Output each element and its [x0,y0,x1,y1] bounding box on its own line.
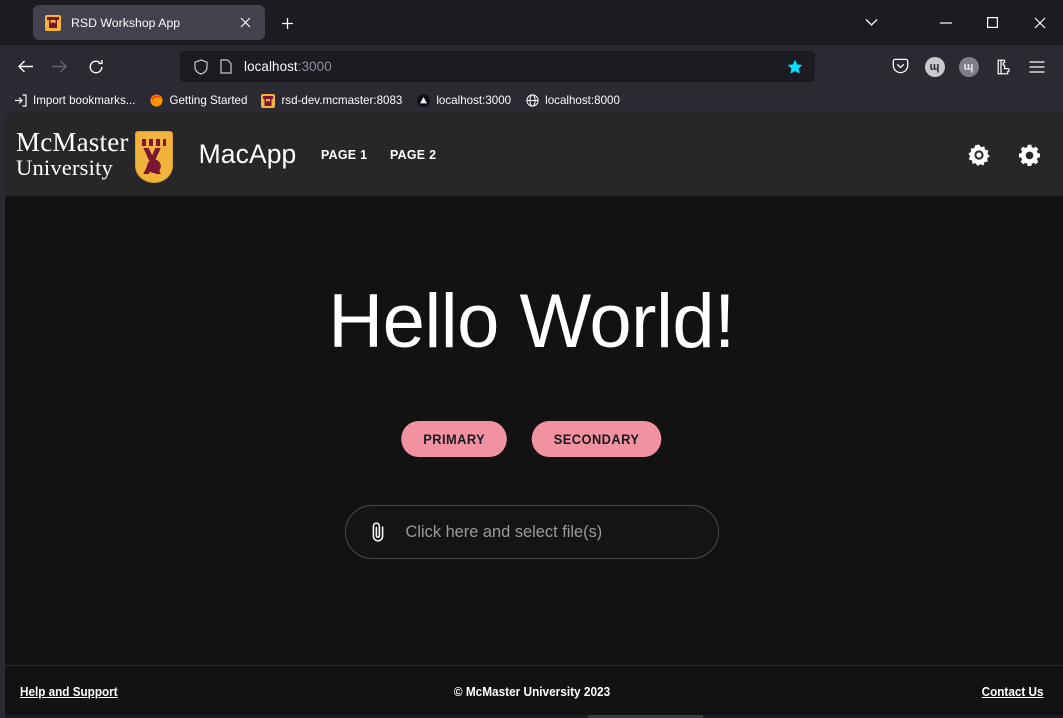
bookmark-label: localhost:8000 [545,94,620,107]
bookmark-label: localhost:3000 [436,94,512,107]
mcmaster-crest-icon [261,93,276,108]
triangle-icon [416,94,430,108]
globe-icon [525,94,539,108]
shield-icon[interactable] [188,58,213,75]
back-arrow-icon[interactable] [8,50,42,84]
button-row: PRIMARY SECONDARY [399,421,665,457]
mcmaster-crest [134,130,173,183]
paperclip-icon [368,521,388,543]
bookmark-import[interactable]: Import bookmarks... [6,92,142,110]
reload-icon[interactable] [79,50,113,84]
url-text[interactable]: localhost:3000 [238,59,780,74]
mcmaster-crest-favicon [45,14,61,31]
browser-tab[interactable]: RSD Workshop App [33,5,265,40]
avatar: ɰ [924,56,945,77]
primary-button[interactable]: PRIMARY [400,421,507,457]
pocket-icon[interactable] [884,50,917,83]
bookmark-rsd-dev[interactable]: rsd-dev.mcmaster:8083 [254,92,409,110]
dropzone-placeholder: Click here and select file(s) [405,522,603,541]
page-viewport: McMaster University MacApp PAGE 1 PAGE 2 [0,113,1063,718]
maximize-button[interactable] [969,0,1016,45]
mcmaster-logo[interactable]: McMaster University [16,129,173,183]
bookmarks-bar: Import bookmarks... Getting Started rsd-… [0,88,1063,113]
bookmark-getting-started[interactable]: Getting Started [142,92,254,110]
url-port: :3000 [297,59,332,74]
brightness-icon[interactable] [967,143,991,167]
toolbar-icons: ɰ ɰ [870,50,1053,83]
chevron-down-icon[interactable] [848,0,895,45]
page-title: Hello World! [328,279,735,364]
nav-link-page-1[interactable]: PAGE 1 [321,147,367,162]
tab-title: RSD Workshop App [71,15,181,30]
copyright-text: © McMaster University 2023 [453,685,610,699]
page-main: Hello World! PRIMARY SECONDARY Click her… [0,196,1063,665]
tab-strip: RSD Workshop App [0,0,1063,45]
page-icon[interactable] [213,59,238,74]
file-upload-dropzone[interactable]: Click here and select file(s) [344,505,719,559]
logo-line-1: McMaster [16,127,129,158]
container-avatar-icon[interactable]: ɰ [952,50,985,83]
bookmark-localhost-3000[interactable]: localhost:3000 [409,92,518,110]
browser-window: RSD Workshop App localhost:3000 ɰ ɰ Impo… [0,0,1063,718]
address-bar[interactable]: localhost:3000 [180,51,815,82]
app-brand-title: MacApp [198,139,297,169]
help-and-support-link[interactable]: Help and Support [20,685,118,699]
firefox-icon [149,94,163,108]
window-controls [848,0,1063,45]
bookmark-label: rsd-dev.mcmaster:8083 [281,94,403,107]
app-menu-icon[interactable] [1020,50,1053,83]
window-edge-strip [0,113,5,718]
bookmark-label: Getting Started [169,94,248,107]
import-icon [13,94,27,108]
extensions-icon[interactable] [986,50,1019,83]
nav-link-page-2[interactable]: PAGE 2 [390,147,436,162]
app-nav: PAGE 1 PAGE 2 [321,147,438,162]
close-button[interactable] [1016,0,1063,45]
navigation-toolbar: localhost:3000 ɰ ɰ [0,45,1063,88]
secondary-button[interactable]: SECONDARY [531,421,662,457]
url-host: localhost [244,59,298,74]
bookmark-localhost-8000[interactable]: localhost:8000 [518,92,627,110]
new-tab-button[interactable] [272,8,302,38]
logo-line-2: University [16,154,113,180]
forward-arrow-icon[interactable] [42,50,76,84]
bookmark-label: Import bookmarks... [33,94,136,107]
app-header: McMaster University MacApp PAGE 1 PAGE 2 [0,113,1063,196]
star-icon[interactable] [780,52,809,81]
logo-wordmark: McMaster University [16,129,129,179]
close-icon[interactable] [234,12,256,34]
gear-icon[interactable] [1017,143,1041,167]
account-avatar-icon[interactable]: ɰ [918,50,951,83]
contact-us-link[interactable]: Contact Us [981,685,1043,699]
minimize-button[interactable] [922,0,969,45]
app-footer: Help and Support © McMaster University 2… [0,665,1063,718]
avatar: ɰ [958,56,979,77]
app-header-icons [967,143,1041,167]
